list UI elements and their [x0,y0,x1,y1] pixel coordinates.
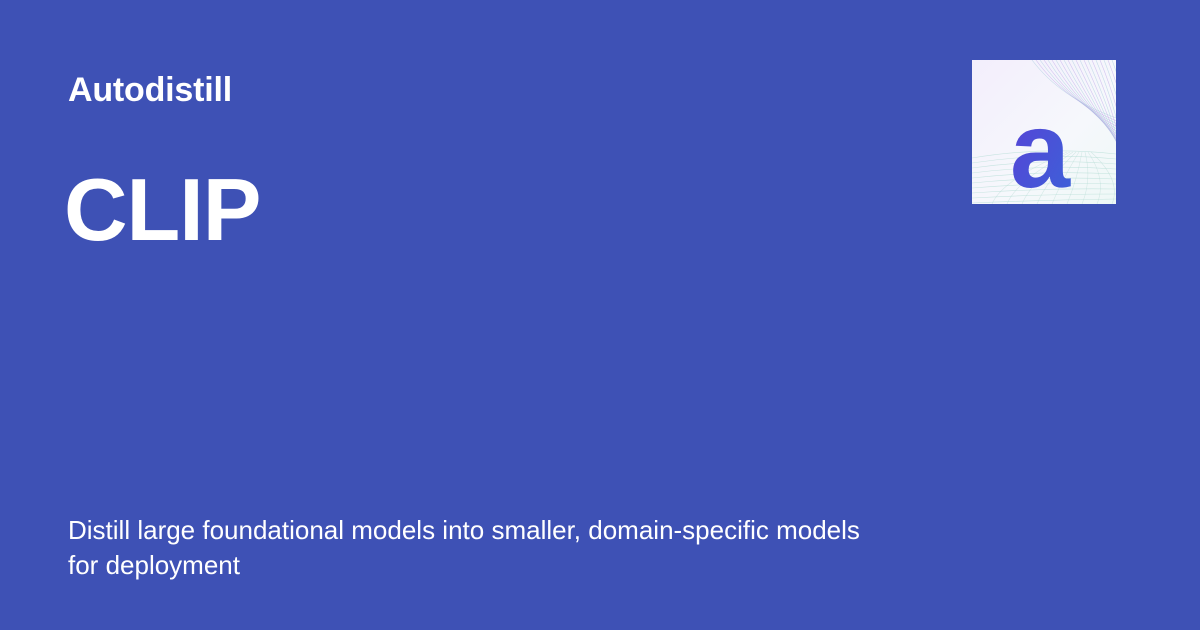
page-title: CLIP [64,160,261,259]
autodistill-logo-icon: a [972,60,1116,204]
social-card: Autodistill CLIP Distill large foundatio… [0,0,1200,630]
page-description: Distill large foundational models into s… [68,515,860,580]
site-name: Autodistill [68,71,232,109]
logo-letter: a [1010,89,1071,204]
